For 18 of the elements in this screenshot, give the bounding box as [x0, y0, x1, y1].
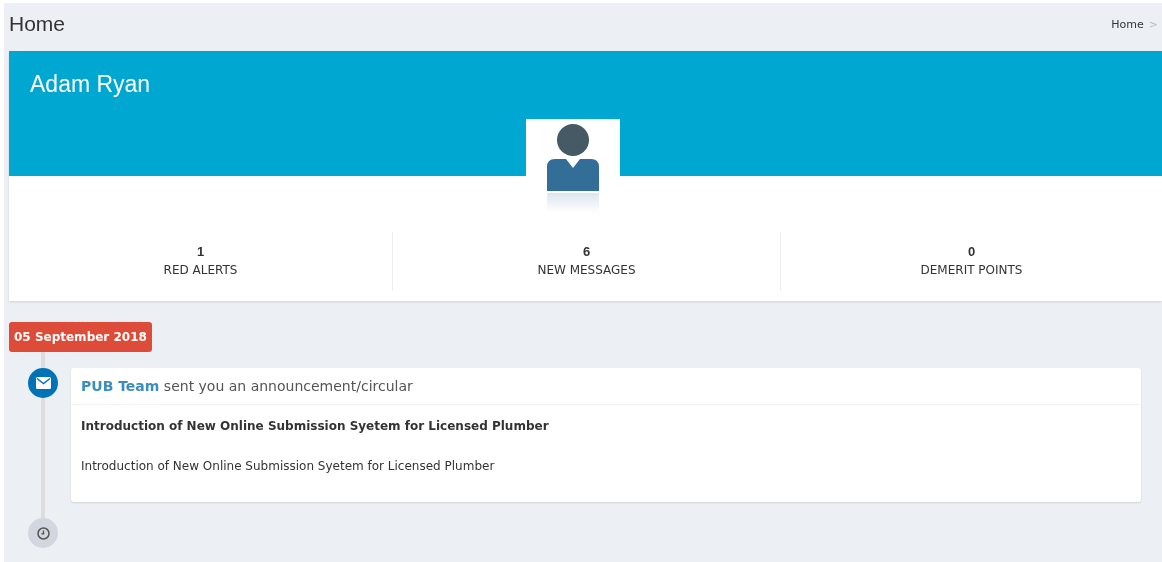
envelope-icon — [35, 377, 51, 389]
date-label: 05 September 2018 — [9, 322, 152, 352]
clock-icon — [36, 526, 50, 540]
breadcrumb-link[interactable]: Home — [1111, 17, 1144, 31]
item-subject: Introduction of New Online Submission Syetem for Licensed Plumber — [81, 419, 550, 433]
stat-label: NEW MESSAGES — [537, 263, 636, 277]
profile-name: Adam Ryan — [30, 71, 152, 98]
page-title: Home — [9, 12, 66, 36]
item-body: Introduction of New Online Submission Syetem for Licensed Plumber — [81, 459, 496, 473]
stat-value: 6 — [582, 244, 591, 259]
item-header-text: sent you an announcement/circular — [163, 378, 413, 394]
stat-value: 0 — [967, 244, 976, 259]
stat-value: 1 — [196, 244, 205, 259]
avatar-icon — [525, 119, 620, 213]
sender-link[interactable]: PUB Team — [81, 378, 160, 394]
breadcrumb-separator: > — [1148, 17, 1158, 31]
stat-label: RED ALERTS — [163, 263, 238, 277]
stat-label: DEMERIT POINTS — [920, 263, 1023, 277]
